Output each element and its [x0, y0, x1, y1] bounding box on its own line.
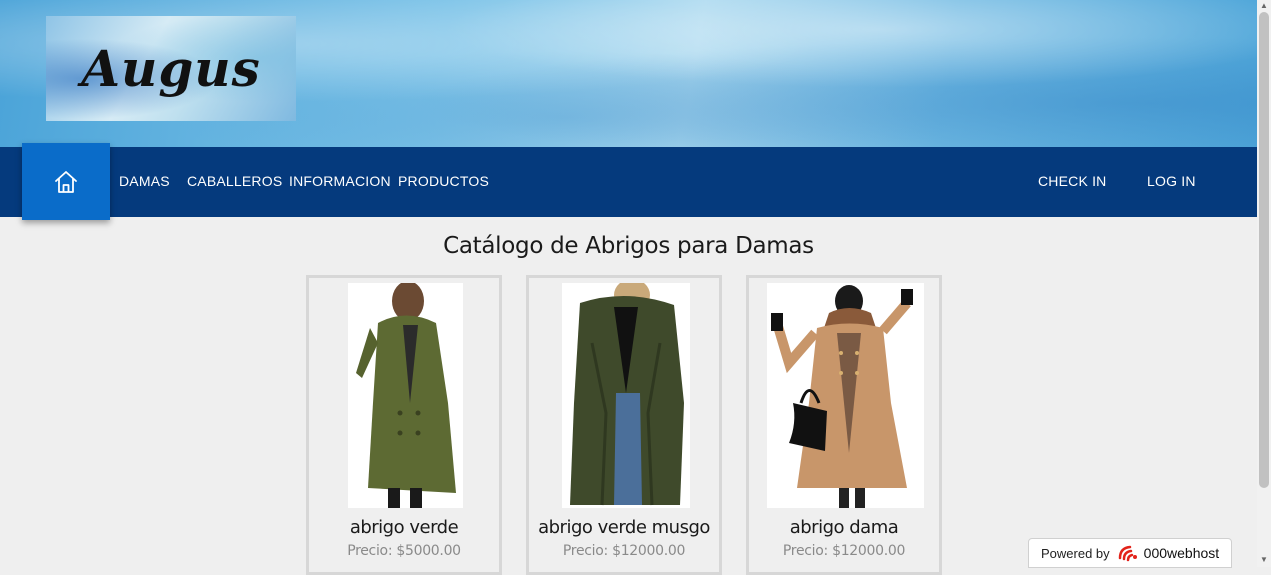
product-name: abrigo dama [789, 517, 899, 538]
product-price: Precio: $12000.00 [562, 543, 686, 559]
home-icon [55, 170, 77, 193]
coat-image-green [348, 283, 463, 508]
scrollbar-thumb[interactable] [1259, 12, 1269, 488]
product-price: Precio: $5000.00 [347, 543, 461, 559]
site-logo[interactable]: Augus [46, 16, 296, 121]
nav-link-caballeros[interactable]: CABALLEROS [187, 173, 282, 189]
webhost-logo-icon [1118, 545, 1137, 562]
home-button[interactable] [22, 143, 110, 220]
webhost-brand: 000webhost [1143, 545, 1220, 561]
product-card[interactable]: abrigo dama Precio: $12000.00 [746, 275, 942, 575]
nav-link-damas[interactable]: DAMAS [119, 173, 170, 189]
nav-link-productos[interactable]: PRODUCTOS [398, 173, 489, 189]
coat-image-moss [562, 283, 690, 508]
webhost-badge[interactable]: Powered by 000webhost [1028, 538, 1232, 568]
product-price: Precio: $12000.00 [782, 543, 906, 559]
powered-by-label: Powered by [1041, 545, 1110, 561]
product-card[interactable]: abrigo verde Precio: $5000.00 [306, 275, 502, 575]
check-in-link[interactable]: CHECK IN [1038, 173, 1107, 189]
scroll-up-arrow-icon[interactable]: ▲ [1259, 1, 1269, 11]
catalog-title: Catálogo de Abrigos para Damas [443, 233, 814, 259]
log-in-link[interactable]: LOG IN [1147, 173, 1196, 189]
product-name: abrigo verde [349, 517, 459, 538]
product-image[interactable] [562, 283, 690, 508]
product-card[interactable]: abrigo verde musgo Precio: $12000.00 [526, 275, 722, 575]
scroll-down-arrow-icon[interactable]: ▼ [1259, 555, 1269, 565]
logo-text: Augus [81, 39, 261, 98]
product-image[interactable] [348, 283, 463, 508]
nav-link-informacion[interactable]: INFORMACION [289, 173, 391, 189]
product-name: abrigo verde musgo [538, 517, 710, 538]
coat-image-camel [767, 283, 924, 508]
product-image[interactable] [767, 283, 924, 508]
